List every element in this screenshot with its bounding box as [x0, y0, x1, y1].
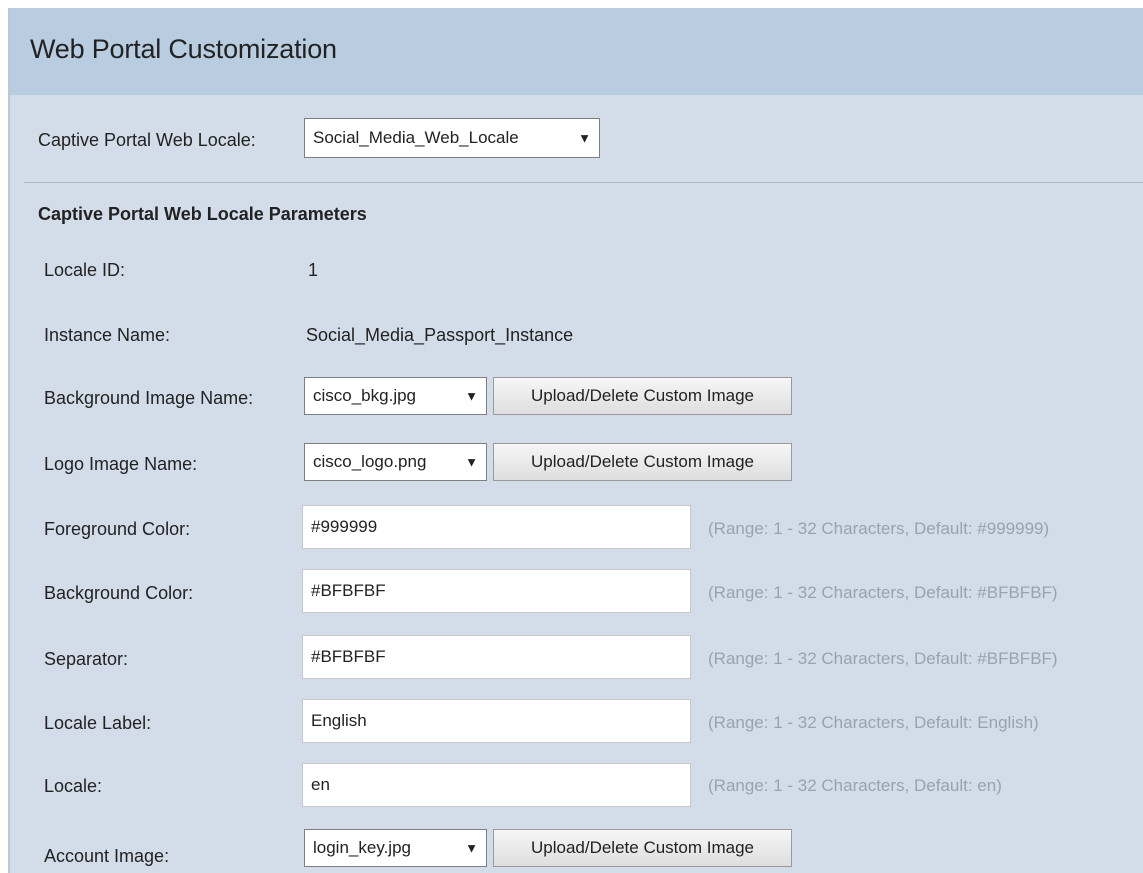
separator-hint: (Range: 1 - 32 Characters, Default: #BFB… — [708, 649, 1058, 668]
background-image-select-value: cisco_bkg.jpg — [313, 386, 417, 405]
account-image-upload-button[interactable]: Upload/Delete Custom Image — [493, 829, 792, 867]
locale-hint: (Range: 1 - 32 Characters, Default: en) — [708, 776, 1002, 795]
locale-label-input[interactable]: English — [302, 699, 691, 743]
locale-input[interactable]: en — [302, 763, 691, 807]
account-image-select[interactable]: login_key.jpg ▼ — [304, 829, 487, 867]
background-image-select[interactable]: cisco_bkg.jpg ▼ — [304, 377, 487, 415]
locale-id-label: Locale ID: — [44, 260, 126, 280]
locale-label-hint: (Range: 1 - 32 Characters, Default: Engl… — [708, 713, 1039, 732]
title-bar: Web Portal Customization — [10, 8, 1143, 95]
locale-select[interactable]: Social_Media_Web_Locale ▼ — [304, 118, 600, 158]
triangle-down-icon: ▼ — [465, 388, 478, 404]
background-color-input[interactable]: #BFBFBF — [302, 569, 691, 613]
web-portal-panel: Web Portal Customization Captive Portal … — [8, 8, 1143, 873]
triangle-down-icon: ▼ — [578, 130, 591, 146]
foreground-color-input[interactable]: #999999 — [302, 505, 691, 549]
instance-name-value: Social_Media_Passport_Instance — [306, 325, 574, 345]
divider — [24, 182, 1143, 183]
foreground-color-label: Foreground Color: — [44, 519, 191, 539]
logo-image-select-value: cisco_logo.png — [313, 452, 427, 471]
account-image-select-value: login_key.jpg — [313, 838, 411, 857]
triangle-down-icon: ▼ — [465, 454, 478, 470]
background-color-label: Background Color: — [44, 583, 194, 603]
locale-selector-label: Captive Portal Web Locale: — [38, 130, 256, 150]
background-image-label: Background Image Name: — [44, 388, 254, 408]
locale-id-value: 1 — [308, 260, 319, 280]
background-color-hint: (Range: 1 - 32 Characters, Default: #BFB… — [708, 583, 1058, 602]
logo-image-label: Logo Image Name: — [44, 454, 198, 474]
foreground-color-hint: (Range: 1 - 32 Characters, Default: #999… — [708, 519, 1050, 538]
locale-field-label: Locale: — [44, 776, 103, 796]
page-title: Web Portal Customization — [30, 34, 337, 64]
separator-label: Separator: — [44, 649, 129, 669]
logo-image-upload-button[interactable]: Upload/Delete Custom Image — [493, 443, 792, 481]
triangle-down-icon: ▼ — [465, 840, 478, 856]
locale-label-label: Locale Label: — [44, 713, 152, 733]
background-image-upload-button[interactable]: Upload/Delete Custom Image — [493, 377, 792, 415]
section-heading: Captive Portal Web Locale Parameters — [38, 204, 367, 224]
locale-select-value: Social_Media_Web_Locale — [313, 128, 519, 147]
separator-input[interactable]: #BFBFBF — [302, 635, 691, 679]
logo-image-select[interactable]: cisco_logo.png ▼ — [304, 443, 487, 481]
page: Web Portal Customization Captive Portal … — [0, 0, 1143, 873]
instance-name-label: Instance Name: — [44, 325, 171, 345]
account-image-label: Account Image: — [44, 846, 170, 866]
